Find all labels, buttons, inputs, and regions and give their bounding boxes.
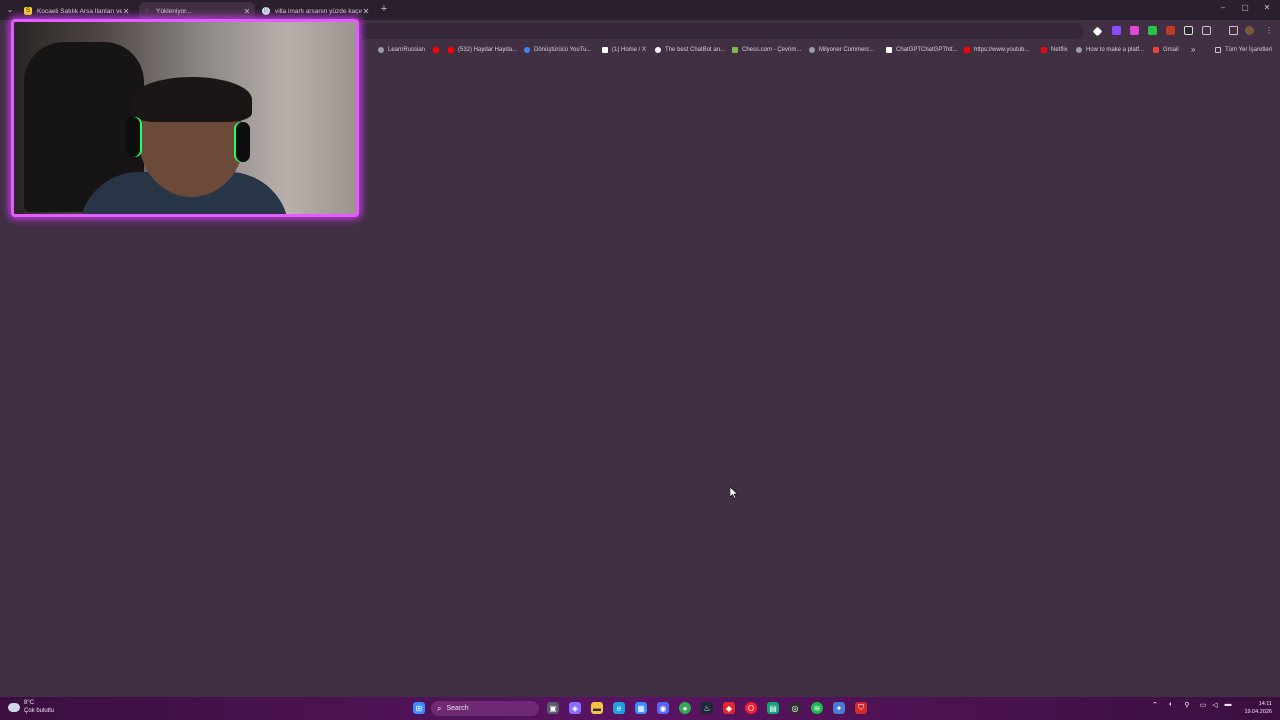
folder-icon (1215, 46, 1221, 53)
bookmark-gmail[interactable]: Gmail (1153, 43, 1179, 56)
taskbar-search[interactable]: ⌕ Search (431, 701, 539, 716)
battery-icon[interactable]: ▬ (1223, 701, 1233, 708)
bookmark-youtube[interactable] (433, 43, 443, 56)
clock-time: 14:11 (1258, 701, 1272, 707)
weather-desc: Çok bulutlu (24, 708, 55, 714)
webcam-overlay (11, 19, 359, 217)
bookmark-haydar[interactable]: (532) Haydar Hayda... (448, 43, 517, 56)
tab-search-chevron-icon[interactable]: ⌄ (3, 3, 17, 17)
task-view-icon[interactable]: ▣ (547, 702, 559, 714)
spotify-icon[interactable]: ≋ (811, 702, 823, 714)
tab-loading[interactable]: ◌ Yükleniyor... ✕ (139, 2, 255, 20)
cloud-icon (8, 702, 20, 712)
weather-widget[interactable]: 8°C Çok bulutlu (8, 699, 54, 715)
loading-spinner-icon: ◌ (145, 8, 149, 14)
headset-left-icon (126, 117, 140, 157)
maximize-button[interactable]: ▢ (1238, 3, 1252, 12)
chess-pawn-icon (732, 46, 738, 53)
all-bookmarks-folder[interactable]: Tüm Yer İşaretleri (1215, 43, 1272, 56)
extensions-puzzle-icon[interactable] (1202, 26, 1211, 35)
discord-icon[interactable]: ◉ (657, 702, 669, 714)
copilot-icon[interactable]: ◈ (569, 702, 581, 714)
profile-avatar-icon[interactable] (1245, 26, 1254, 35)
bookmark-chess[interactable]: Chess.com - Çevrim... (732, 43, 801, 56)
google-icon: G (262, 7, 270, 15)
opera-icon[interactable]: O (745, 702, 757, 714)
start-icon[interactable]: ⊞ (413, 702, 425, 714)
obs-icon[interactable]: ◎ (789, 702, 801, 714)
diamond-icon (655, 46, 661, 53)
youtube-icon (448, 46, 454, 53)
close-window-button[interactable]: ✕ (1260, 3, 1274, 12)
tab-villa-search[interactable]: G villa imarlı arsanın yüzde kaçın ✕ (258, 2, 374, 20)
tab-close-icon[interactable]: ✕ (243, 7, 251, 16)
menu-dots-icon[interactable]: ⋮ (1265, 26, 1273, 35)
side-panel-icon[interactable] (1229, 26, 1238, 35)
weather-temp: 8°C (24, 700, 35, 706)
edge-icon[interactable]: e (613, 702, 625, 714)
steam-icon[interactable]: ♨ (701, 702, 713, 714)
taskbar-clock[interactable]: 14:11 19.04.2026 (1238, 700, 1272, 716)
tray-overflow-chevron-icon[interactable]: ⌃ (1150, 701, 1160, 709)
tab-title: Yükleniyor... (156, 7, 192, 15)
tab-title: villa imarlı arsanın yüzde kaçın (275, 7, 362, 15)
bookmark-chatbot[interactable]: The best ChatBot an... (655, 43, 725, 56)
app-red-icon[interactable]: ◆ (723, 702, 735, 714)
bookmark-learnrussian[interactable]: LearnRussian (378, 43, 425, 56)
extension-green-icon[interactable] (1148, 26, 1157, 35)
settings-app-icon[interactable]: ✦ (833, 702, 845, 714)
tab-close-icon[interactable]: ✕ (122, 7, 130, 16)
address-bar[interactable] (360, 23, 1084, 39)
tab-close-icon[interactable]: ✕ (362, 7, 370, 16)
x-logo-icon (602, 46, 608, 53)
bookmark-milyoner[interactable]: Milyoner Commerc... (809, 43, 874, 56)
windows-taskbar: 8°C Çok bulutlu ⊞ ⌕ Search ▣ ◈ ▬ e ▦ ◉ ●… (0, 697, 1280, 720)
bookmarks-bar: LearnRussian (532) Haydar Hayda... Dönüş… (360, 43, 1280, 56)
gmail-icon (1153, 46, 1159, 53)
milyoner-icon (809, 46, 815, 53)
bookmark-youtube-url[interactable]: https://www.youtub... (964, 43, 1029, 56)
headset-right-icon (236, 122, 250, 162)
bookmark-platform-guide[interactable]: How to make a platf... (1076, 43, 1144, 56)
security-app-icon[interactable]: ⛉ (855, 702, 867, 714)
globe-icon (378, 46, 384, 53)
converter-icon (524, 46, 530, 53)
globe-icon (1076, 46, 1082, 53)
bookmark-donusturucu[interactable]: Dönüştürücü YouTu... (524, 43, 591, 56)
bookmark-x-home[interactable]: (1) Home / X (602, 43, 646, 56)
store-icon[interactable]: ▦ (635, 702, 647, 714)
extension-dark-icon[interactable] (1184, 26, 1193, 35)
app-green-icon[interactable]: ▤ (767, 702, 779, 714)
chrome-icon[interactable]: ● (679, 702, 691, 714)
file-explorer-icon[interactable]: ▬ (591, 702, 603, 714)
tray-app-icon[interactable]: ◐ (1166, 701, 1176, 708)
extension-red-icon[interactable] (1166, 26, 1175, 35)
search-label: Search (446, 705, 469, 712)
extension-pink-icon[interactable] (1130, 26, 1139, 35)
tab-title: Kocaeli Satılık Arsa İlanları ve F (37, 7, 122, 15)
tab-kocaeli[interactable]: S Kocaeli Satılık Arsa İlanları ve F ✕ (20, 2, 134, 20)
netflix-icon (1041, 46, 1047, 53)
favicon-icon: S (24, 7, 32, 15)
person-hair (132, 77, 252, 122)
search-icon: ⌕ (437, 703, 442, 713)
extension-purple-icon[interactable] (1112, 26, 1121, 35)
tab-strip: ⌄ S Kocaeli Satılık Arsa İlanları ve F ✕… (0, 0, 1280, 20)
bookmark-netflix[interactable]: Netflix (1041, 43, 1068, 56)
chatgpt-icon (886, 46, 892, 53)
clock-date: 19.04.2026 (1244, 709, 1272, 715)
display-icon[interactable]: ▭ (1198, 701, 1208, 709)
minimize-button[interactable]: – (1216, 3, 1230, 12)
microphone-icon[interactable]: ⚲ (1182, 701, 1192, 709)
volume-icon[interactable]: ◁ (1210, 701, 1220, 709)
bookmark-chatgpt[interactable]: ChatGPTChatGPThtt... (886, 43, 958, 56)
new-tab-button[interactable]: + (378, 3, 390, 15)
youtube-icon (433, 46, 439, 53)
more-bookmarks-button[interactable]: » (1191, 43, 1195, 56)
youtube-icon (964, 46, 970, 53)
